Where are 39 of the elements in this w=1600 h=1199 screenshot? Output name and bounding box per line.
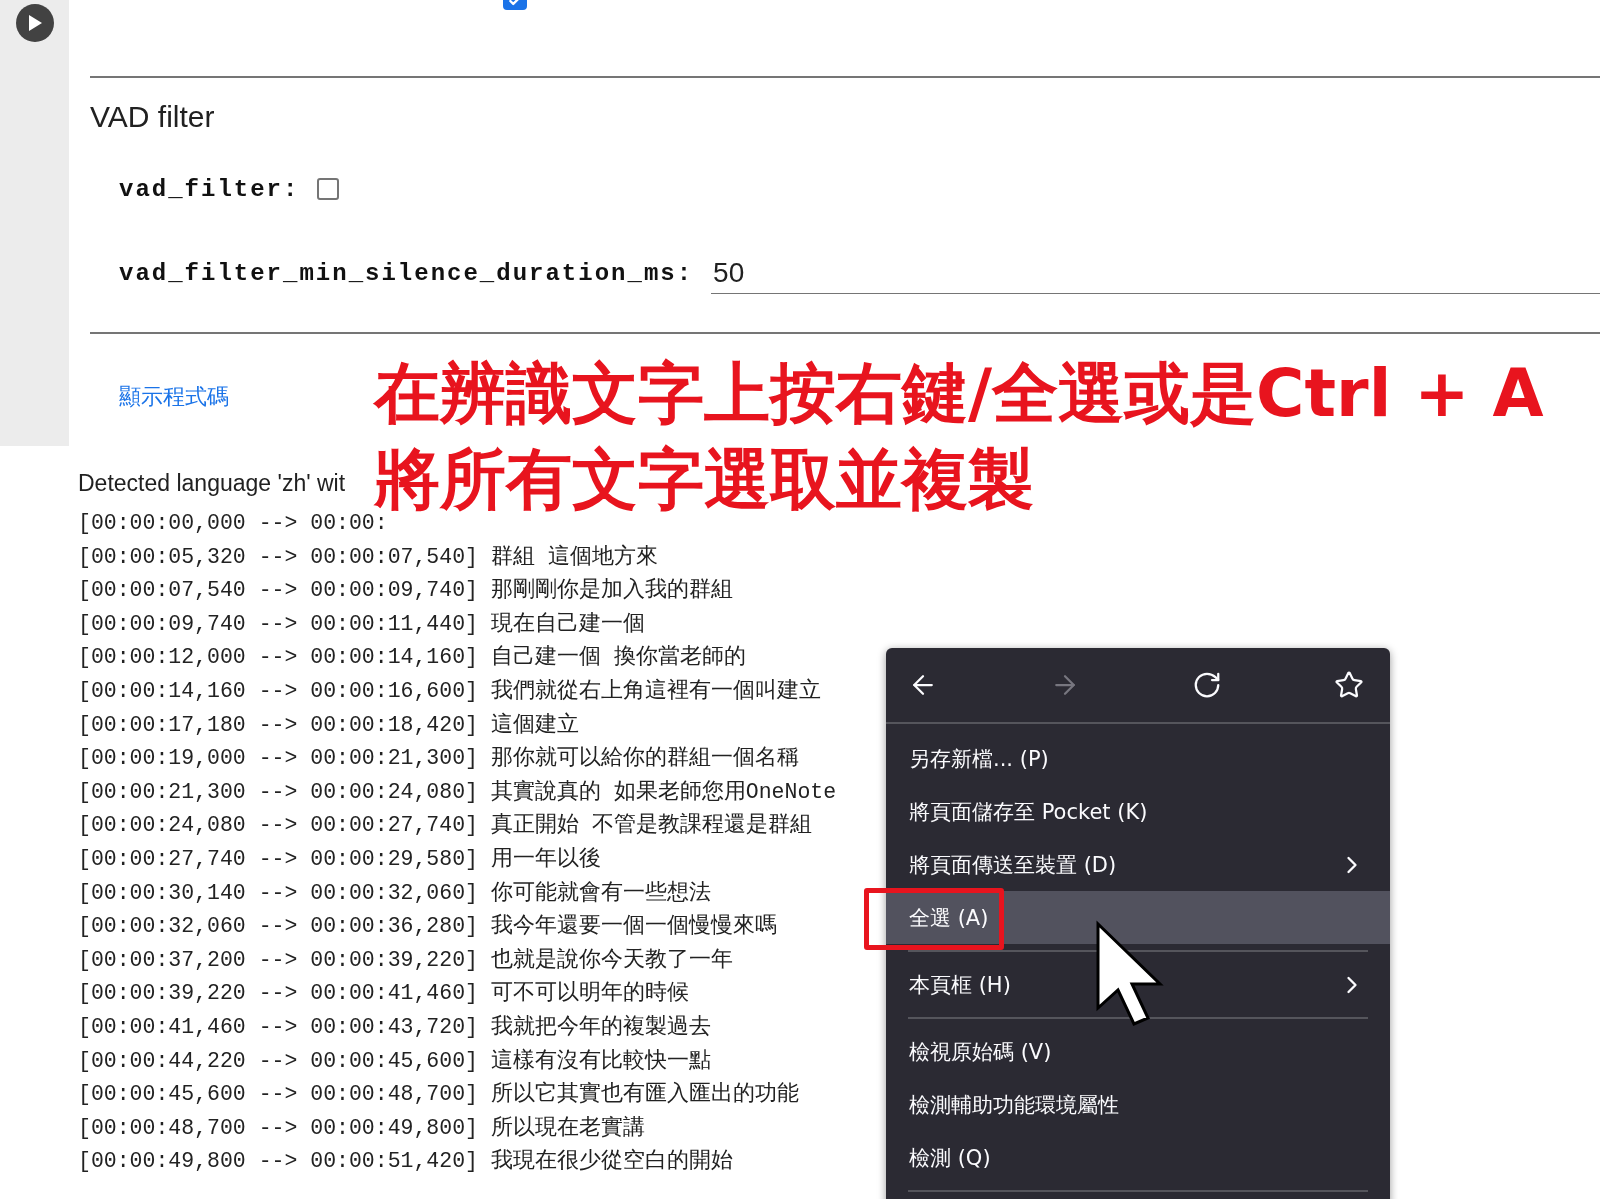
menu-item[interactable]: 檢測輔助功能環境屬性 <box>886 1078 1390 1131</box>
transcript-line: [00:00:32,060 --> 00:00:36,280] 我今年還要一個一個慢慢來嗎 <box>78 913 777 941</box>
star-icon[interactable] <box>1334 670 1364 700</box>
menu-item[interactable]: 本頁框 (H) <box>886 958 1390 1011</box>
menu-item[interactable]: 將頁面傳送至裝置 (D) <box>886 838 1390 891</box>
transcript-line: [00:00:21,300 --> 00:00:24,080] 其實說真的 如果老師您用OneNote <box>78 778 837 806</box>
show-code-link[interactable]: 顯示程式碼 <box>119 382 229 412</box>
transcript-line: [00:00:37,200 --> 00:00:39,220] 也就是說你今天教了一年 <box>78 946 733 974</box>
transcript-line: [00:00:27,740 --> 00:00:29,580] 用一年以後 <box>78 845 601 873</box>
menu-item[interactable]: 另存新檔... (P) <box>886 732 1390 785</box>
section-title: VAD filter <box>90 100 216 134</box>
reload-icon[interactable] <box>1192 670 1222 700</box>
transcript-line: [00:00:17,180 --> 00:00:18,420] 這個建立 <box>78 711 579 739</box>
transcript-line: [00:00:41,460 --> 00:00:43,720] 我就把今年的複製過去 <box>78 1013 711 1041</box>
transcript-line: [00:00:09,740 --> 00:00:11,440] 現在自己建一個 <box>78 610 645 638</box>
transcript-line: [00:00:44,220 --> 00:00:45,600] 這樣有沒有比較快一點 <box>78 1047 711 1075</box>
transcript-line: [00:00:07,540 --> 00:00:09,740] 那剛剛你是加入我的群組 <box>78 577 733 605</box>
transcript-line: [00:00:00,000 --> 00:00: <box>78 511 388 537</box>
input-field[interactable]: 50 <box>711 252 1600 294</box>
checkbox[interactable] <box>317 178 340 200</box>
run-button[interactable] <box>15 4 54 42</box>
param-label: vad_filter_min_silence_duration_ms: <box>119 259 694 287</box>
menu-item[interactable]: 全選 (A) <box>886 891 1390 944</box>
play-icon <box>27 15 42 31</box>
transcript-line: [00:00:48,700 --> 00:00:49,800] 所以現在老實講 <box>78 1114 645 1142</box>
transcript-line: [00:00:12,000 --> 00:00:14,160] 自己建一個 換你當老師的 <box>78 644 746 672</box>
detected-language-text: Detected language 'zh' wit <box>78 470 347 497</box>
transcript-line: [00:00:19,000 --> 00:00:21,300] 那你就可以給你的群組一個名稱 <box>78 745 799 773</box>
transcript-line: [00:00:30,140 --> 00:00:32,060] 你可能就會有一些想法 <box>78 879 711 907</box>
transcript-line: [00:00:39,220 --> 00:00:41,460] 可不可以明年的時候 <box>78 980 689 1008</box>
transcript-line: [00:00:14,160 --> 00:00:16,600] 我們就從右上角這裡有一個叫建立 <box>78 677 821 705</box>
menu-item[interactable]: 檢測 (Q) <box>886 1131 1390 1184</box>
transcript-line: [00:00:45,600 --> 00:00:48,700] 所以它其實也有匯入匯出的功能 <box>78 1080 799 1109</box>
param-label: vad_filter: <box>119 175 300 203</box>
transcript-line: [00:00:24,080 --> 00:00:27,740] 真正開始 不管是教課程還是群組 <box>78 812 812 840</box>
menu-item[interactable]: 將頁面儲存至 Pocket (K) <box>886 785 1390 838</box>
transcript-line: [00:00:05,320 --> 00:00:07,540] 群組 這個地方來 <box>78 543 658 571</box>
transcript-line: [00:00:49,800 --> 00:00:51,420] 我現在很少從空白的開始 <box>78 1147 733 1176</box>
menu-item[interactable]: 檢視原始碼 (V) <box>886 1025 1390 1078</box>
